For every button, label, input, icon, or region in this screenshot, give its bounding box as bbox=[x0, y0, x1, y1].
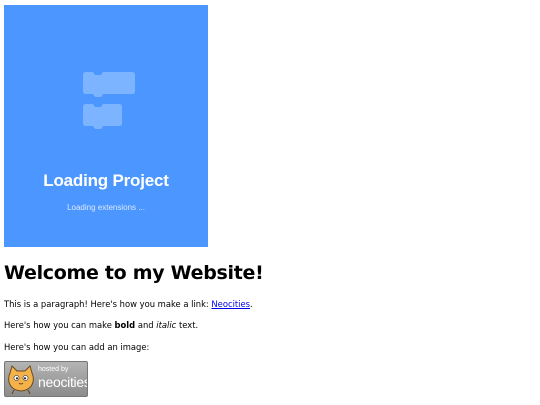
paragraph-formatting: Here's how you can make bold and italic … bbox=[4, 320, 198, 330]
loading-subtitle: Loading extensions ... bbox=[67, 203, 145, 212]
paragraph-text: Here's how you can make bbox=[4, 320, 115, 330]
paragraph-text: This is a paragraph! Here's how you make… bbox=[4, 299, 212, 309]
bold-text: bold bbox=[114, 320, 136, 330]
project-loader-frame[interactable]: Loading Project Loading extensions ... bbox=[4, 5, 208, 247]
badge-hosted-text: hosted by bbox=[38, 366, 69, 373]
neocities-link[interactable]: Neocities bbox=[211, 299, 250, 309]
paragraph-link: This is a paragraph! Here's how you make… bbox=[4, 299, 253, 309]
page-heading: Welcome to my Website! bbox=[4, 262, 264, 284]
paragraph-text-middle: and bbox=[135, 320, 157, 330]
badge-brand-text: neocities bbox=[38, 374, 88, 390]
loading-title: Loading Project bbox=[43, 171, 169, 190]
paragraph-image: Here's how you can add an image: bbox=[4, 342, 150, 352]
paragraph-text-end: text. bbox=[176, 320, 199, 330]
italic-text: italic bbox=[156, 320, 177, 330]
hosted-by-neocities-badge[interactable]: hosted by neocities bbox=[4, 361, 88, 397]
scratch-blocks-icon bbox=[83, 72, 135, 129]
neocities-cat-icon bbox=[8, 365, 34, 395]
paragraph-text-end: . bbox=[250, 299, 253, 309]
